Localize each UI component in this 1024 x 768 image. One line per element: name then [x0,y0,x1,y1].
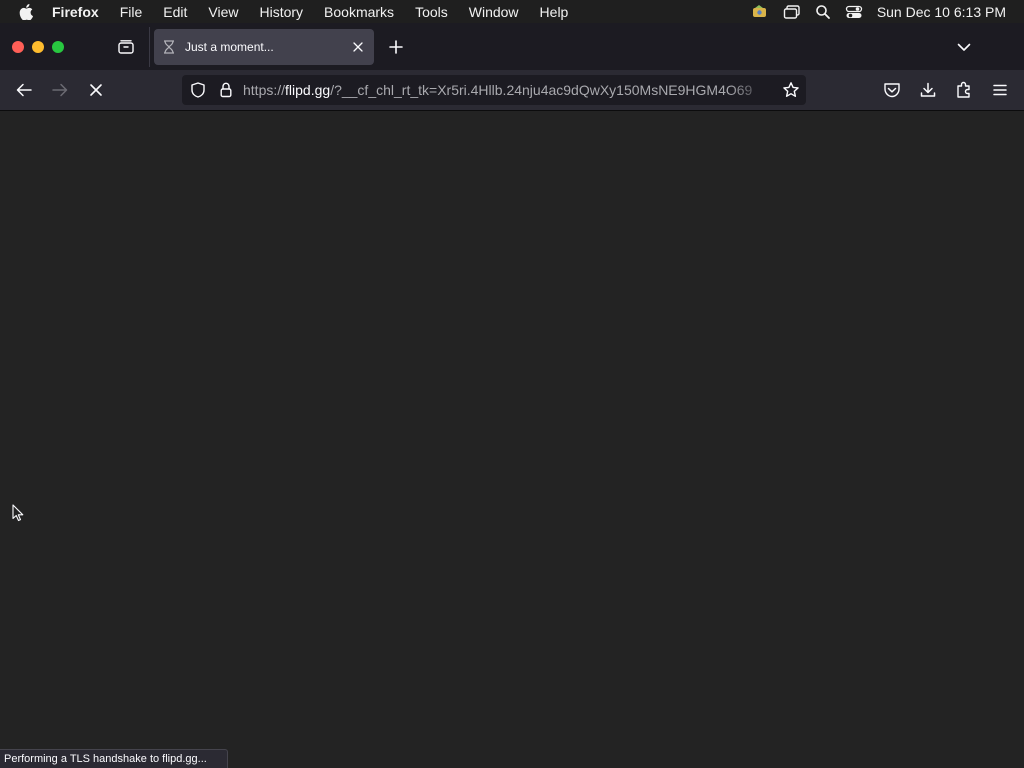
stop-loading-icon[interactable] [86,80,106,100]
tab-close-icon[interactable] [351,40,365,54]
hourglass-icon [163,40,177,54]
menu-bookmarks[interactable]: Bookmarks [324,4,394,20]
new-tab-icon[interactable] [386,37,406,57]
tab-strip: Just a moment... [0,23,1024,70]
chevron-down-icon[interactable] [954,37,974,57]
control-center-icon[interactable] [845,4,863,20]
status-panel: Performing a TLS handshake to flipd.gg..… [0,749,228,768]
menu-view[interactable]: View [208,4,238,20]
screen-mirroring-icon[interactable] [783,4,801,20]
firefox-view-icon[interactable] [115,37,137,57]
window-close-button[interactable] [12,41,24,53]
lock-icon[interactable] [218,82,234,98]
hamburger-menu-icon[interactable] [990,80,1010,100]
spotlight-search-icon[interactable] [815,4,831,20]
tab-active[interactable]: Just a moment... [154,29,374,65]
navigation-toolbar: https://flipd.gg/?__cf_chl_rt_tk=Xr5ri.4… [0,70,1024,111]
menu-history[interactable]: History [259,4,303,20]
page-content[interactable] [0,111,1024,768]
downloads-icon[interactable] [918,80,938,100]
shield-icon[interactable] [190,82,206,98]
tab-separator [149,27,150,67]
address-bar[interactable]: https://flipd.gg/?__cf_chl_rt_tk=Xr5ri.4… [182,75,806,105]
menu-bar-clock[interactable]: Sun Dec 10 6:13 PM [877,4,1006,20]
menu-firefox[interactable]: Firefox [52,4,99,20]
back-arrow-icon[interactable] [14,80,34,100]
window-minimize-button[interactable] [32,41,44,53]
screen: Firefox File Edit View History Bookmarks… [0,0,1024,768]
menu-tools[interactable]: Tools [415,4,448,20]
menu-file[interactable]: File [120,4,143,20]
menu-edit[interactable]: Edit [163,4,187,20]
url-prefix: https:// [243,82,286,98]
tab-title: Just a moment... [185,40,274,54]
bookmark-star-icon[interactable] [782,81,800,99]
window-maximize-button[interactable] [52,41,64,53]
notification-app-icon[interactable] [751,4,769,20]
pocket-icon[interactable] [882,80,902,100]
menu-bar: Firefox File Edit View History Bookmarks… [0,0,1024,23]
menu-bar-status-area: Sun Dec 10 6:13 PM [737,0,1006,23]
extensions-icon[interactable] [954,80,974,100]
apple-icon[interactable] [18,3,34,20]
url-domain: flipd.gg [285,82,331,98]
url-path: /?__cf_chl_rt_tk=Xr5ri.4Hllb.24nju4ac9dQ… [330,82,753,98]
menu-help[interactable]: Help [540,4,569,20]
mouse-pointer-icon [12,504,24,522]
url-text[interactable]: https://flipd.gg/?__cf_chl_rt_tk=Xr5ri.4… [243,82,771,100]
menu-window[interactable]: Window [469,4,519,20]
forward-arrow-icon [50,80,70,100]
